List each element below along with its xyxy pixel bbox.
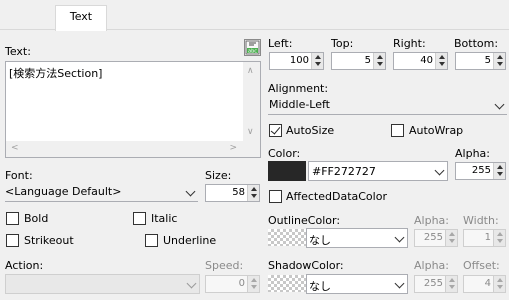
svg-text:abc: abc: [248, 49, 257, 55]
color-value: #FF272727: [312, 165, 376, 178]
text-input[interactable]: [検索方法Section] ∧ ∨ < >: [5, 61, 261, 158]
outline-color-swatch[interactable]: [268, 229, 306, 246]
shadow-alpha-label: Alpha:: [414, 259, 449, 272]
alignment-select[interactable]: Middle-Left: [268, 96, 507, 115]
chevron-down-icon: [186, 278, 197, 289]
font-value: <Language Default>: [5, 185, 122, 198]
affected-data-color-checkbox[interactable]: [269, 190, 282, 203]
color-alpha-stepper[interactable]: 255: [455, 162, 506, 180]
margin-bottom-label: Bottom:: [454, 37, 499, 50]
margin-left-label: Left:: [268, 37, 293, 50]
margin-bottom-value: 5: [484, 55, 491, 66]
margin-right-label: Right:: [393, 37, 426, 50]
scroll-down-icon[interactable]: ∨: [247, 128, 254, 137]
shadow-offset-label: Offset:: [463, 259, 500, 272]
margin-left-stepper[interactable]: 100: [269, 52, 324, 70]
scrollbar-corner: [243, 141, 260, 157]
tab-strip: Text: [0, 0, 509, 31]
outline-color-select[interactable]: なし: [306, 228, 408, 248]
insert-field-button[interactable]: abc: [244, 39, 261, 56]
outline-color-label: OutlineColor:: [268, 214, 341, 227]
autosize-checkbox[interactable]: [269, 124, 282, 137]
shadow-offset-value: 4: [484, 278, 491, 289]
action-select[interactable]: [5, 274, 200, 294]
autowrap-label: AutoWrap: [409, 124, 464, 137]
alignment-label: Alignment:: [268, 82, 329, 95]
strikeout-checkbox[interactable]: [6, 234, 19, 247]
bold-label: Bold: [24, 212, 49, 225]
scroll-right-icon[interactable]: >: [229, 144, 237, 153]
text-horizontal-scrollbar[interactable]: < >: [6, 141, 243, 157]
outline-color-value: なし: [309, 234, 331, 247]
color-alpha-value: 255: [471, 165, 491, 176]
size-label: Size:: [205, 169, 232, 182]
bold-checkbox[interactable]: [6, 212, 19, 225]
action-label: Action:: [5, 259, 44, 272]
margin-top-stepper[interactable]: 5: [331, 52, 386, 70]
outline-width-stepper[interactable]: 1: [463, 229, 506, 247]
margin-top-label: Top:: [331, 37, 354, 50]
speed-label: Speed:: [205, 259, 244, 272]
outline-alpha-label: Alpha:: [414, 214, 449, 227]
shadow-alpha-value: 255: [423, 278, 443, 289]
alignment-value: Middle-Left: [269, 98, 330, 111]
underline-label: Underline: [163, 234, 217, 247]
shadow-color-swatch[interactable]: [268, 275, 306, 292]
italic-label: Italic: [151, 212, 178, 225]
chevron-down-icon: [185, 186, 196, 197]
outline-width-value: 1: [484, 232, 491, 243]
scroll-up-icon[interactable]: ∧: [247, 67, 254, 76]
spin-buttons[interactable]: [445, 230, 457, 246]
shadow-color-select[interactable]: なし: [306, 274, 408, 294]
spin-buttons[interactable]: [247, 276, 259, 292]
spin-buttons[interactable]: [493, 230, 505, 246]
text-content: [検索方法Section]: [9, 67, 103, 80]
color-label: Color:: [268, 147, 301, 160]
text-label: Text:: [5, 45, 31, 58]
spin-buttons[interactable]: [493, 53, 505, 69]
outline-alpha-stepper[interactable]: 255: [414, 229, 458, 247]
spin-buttons[interactable]: [493, 276, 505, 292]
italic-checkbox[interactable]: [133, 212, 146, 225]
shadow-alpha-stepper[interactable]: 255: [414, 275, 458, 293]
font-size-stepper[interactable]: 58: [205, 184, 260, 202]
speed-value: 0: [238, 278, 245, 289]
autowrap-checkbox[interactable]: [391, 124, 404, 137]
spin-buttons[interactable]: [445, 276, 457, 292]
margin-right-stepper[interactable]: 40: [393, 52, 448, 70]
outline-width-label: Width:: [463, 214, 499, 227]
outline-alpha-value: 255: [423, 232, 443, 243]
color-alpha-label: Alpha:: [455, 147, 490, 160]
insert-field-icon: abc: [245, 40, 260, 55]
margin-bottom-stepper[interactable]: 5: [455, 52, 506, 70]
font-label: Font:: [5, 169, 33, 182]
margin-left-value: 100: [289, 55, 309, 66]
shadow-color-label: ShadowColor:: [268, 259, 344, 272]
tab-text[interactable]: Text: [55, 5, 107, 31]
font-size-value: 58: [232, 187, 245, 198]
chevron-down-icon: [494, 99, 505, 110]
spin-buttons[interactable]: [493, 163, 505, 179]
scroll-left-icon[interactable]: <: [11, 144, 19, 153]
spin-buttons[interactable]: [247, 185, 259, 201]
color-swatch[interactable]: [268, 161, 306, 181]
margin-right-value: 40: [420, 55, 433, 66]
strikeout-label: Strikeout: [24, 234, 74, 247]
chevron-down-icon: [394, 232, 405, 243]
font-select[interactable]: <Language Default>: [5, 183, 198, 202]
margin-top-value: 5: [364, 55, 371, 66]
chevron-down-icon: [434, 165, 445, 176]
spin-buttons[interactable]: [311, 53, 323, 69]
spin-buttons[interactable]: [435, 53, 447, 69]
underline-checkbox[interactable]: [145, 234, 158, 247]
shadow-color-value: なし: [309, 280, 331, 293]
chevron-down-icon: [394, 278, 405, 289]
speed-stepper[interactable]: 0: [205, 275, 260, 293]
shadow-offset-stepper[interactable]: 4: [463, 275, 506, 293]
spin-buttons[interactable]: [373, 53, 385, 69]
autosize-label: AutoSize: [286, 124, 335, 137]
color-select[interactable]: #FF272727: [308, 161, 448, 181]
text-vertical-scrollbar[interactable]: ∧ ∨: [243, 62, 260, 141]
affected-data-color-label: AffectedDataColor: [286, 190, 387, 203]
